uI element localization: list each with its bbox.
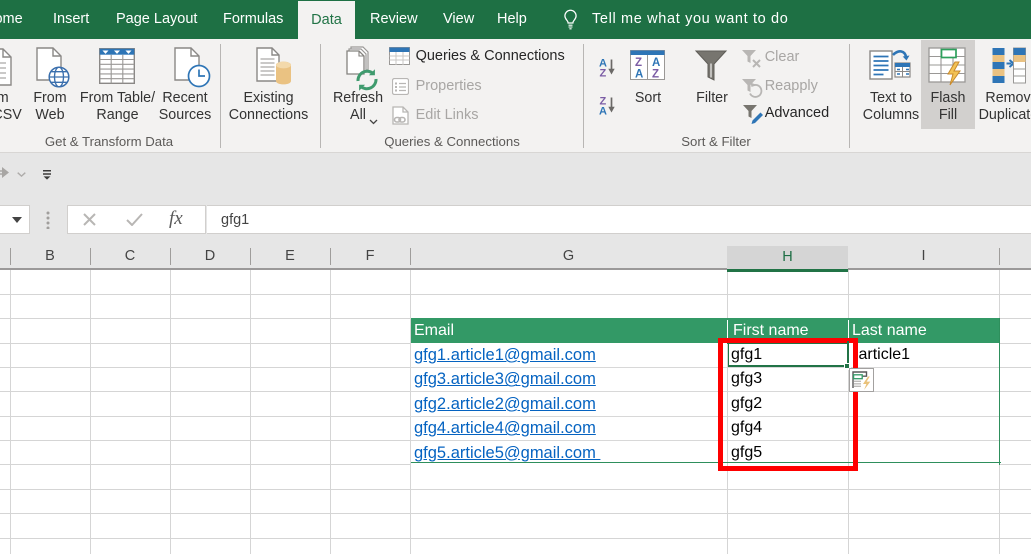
svg-text:A: A [599,106,607,118]
svg-text:Z: Z [600,68,607,80]
svg-text:Z: Z [652,68,659,80]
svg-text:Z: Z [635,57,642,69]
svg-text:A: A [635,68,643,80]
svg-text:A: A [652,57,660,69]
